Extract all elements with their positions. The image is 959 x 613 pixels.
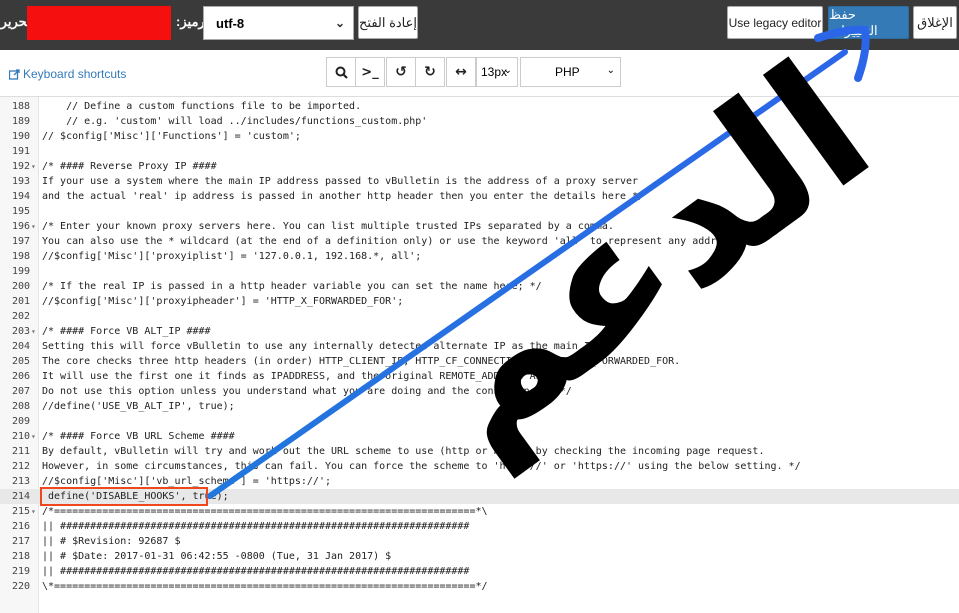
line-number: 203 (11, 326, 30, 337)
code-line[interactable]: 217 || # $Revision: 92687 $ (0, 534, 959, 549)
chevron-down-icon: ⌄ (334, 16, 345, 30)
code-text: || #####################################… (42, 521, 470, 532)
keyboard-shortcuts-link[interactable]: Keyboard shortcuts (9, 67, 126, 81)
chevron-down-icon: ⌄ (606, 65, 615, 76)
line-number: 209 (11, 416, 30, 427)
reopen-button[interactable]: إعادة الفتح (358, 6, 418, 39)
code-text: //$config['Misc']['proxyipheader'] = 'HT… (42, 296, 404, 307)
line-number: 211 (11, 446, 30, 457)
line-number: 188 (11, 101, 30, 112)
line-number: 212 (11, 461, 30, 472)
top-bar: تحرير: :الترميز utf-8 ⌄ إعادة الفتح Use … (0, 0, 959, 50)
chevron-down-icon: ⌄ (503, 65, 512, 76)
line-number: 216 (11, 521, 30, 532)
code-text: //define('USE_VB_ALT_IP', true); (42, 401, 235, 412)
fold-icon[interactable]: ▾ (31, 504, 37, 519)
line-number: 194 (11, 191, 30, 202)
line-number: 192 (11, 161, 30, 172)
wrap-button[interactable]: ↔ (446, 57, 476, 87)
redo-button[interactable]: ↻ (415, 57, 445, 87)
code-text: /* #### Force VB URL Scheme #### (42, 431, 235, 442)
line-number: 199 (11, 266, 30, 277)
code-line[interactable]: 219 || ##################################… (0, 564, 959, 579)
external-link-icon (9, 68, 20, 80)
fold-icon[interactable]: ▾ (31, 219, 37, 234)
line-number: 195 (11, 206, 30, 217)
command-button[interactable]: >_ (355, 57, 385, 87)
line-number: 205 (11, 356, 30, 367)
code-text: // $config['Misc']['Functions'] = 'custo… (42, 131, 301, 142)
code-line[interactable]: 212 However, in some circumstances, this … (0, 459, 959, 474)
code-text: || #####################################… (42, 566, 470, 577)
redacted-filename (27, 6, 171, 40)
font-size-select[interactable]: 13px ⌄ (476, 57, 518, 87)
code-text: If your use a system where the main IP a… (42, 176, 639, 187)
code-line[interactable]: 216 || ##################################… (0, 519, 959, 534)
code-text: /* #### Reverse Proxy IP #### (42, 161, 217, 172)
line-number: 214 (11, 491, 30, 502)
keyboard-shortcuts-label: Keyboard shortcuts (23, 67, 127, 81)
line-number: 218 (11, 551, 30, 562)
terminal-icon: >_ (361, 64, 379, 80)
code-line[interactable]: 220 \*===================================… (0, 579, 959, 594)
code-text: // Define a custom functions file to be … (42, 101, 362, 112)
fold-icon[interactable]: ▾ (31, 324, 37, 339)
line-number: 190 (11, 131, 30, 142)
save-changes-button[interactable]: حفظ التغييرات (828, 6, 909, 39)
line-number: 196 (11, 221, 30, 232)
line-number: 198 (11, 251, 30, 262)
line-number: 202 (11, 311, 30, 322)
line-number: 206 (11, 371, 30, 382)
code-text: /*======================================… (42, 506, 488, 517)
encoding-value: utf-8 (216, 15, 245, 31)
code-text: || # $Date: 2017-01-31 06:42:55 -0800 (T… (42, 551, 392, 562)
line-number: 201 (11, 296, 30, 307)
line-number: 213 (11, 476, 30, 487)
close-button[interactable]: الإغلاق (913, 6, 957, 39)
wrap-icon: ↔ (455, 64, 467, 80)
code-text: //$config['Misc']['proxyiplist'] = '127.… (42, 251, 422, 262)
code-text: By default, vBulletin will try and work … (42, 446, 765, 457)
code-text: However, in some circumstances, this can… (42, 461, 801, 472)
code-text: || # $Revision: 92687 $ (42, 536, 181, 547)
highlight-box (40, 487, 208, 506)
line-number: 197 (11, 236, 30, 247)
line-number: 189 (11, 116, 30, 127)
line-number: 204 (11, 341, 30, 352)
line-number: 207 (11, 386, 30, 397)
undo-button[interactable]: ↺ (386, 57, 416, 87)
undo-icon: ↺ (395, 64, 407, 80)
line-number: 217 (11, 536, 30, 547)
code-text: /* #### Force VB ALT_IP #### (42, 326, 211, 337)
line-number: 193 (11, 176, 30, 187)
line-number: 210 (11, 431, 30, 442)
code-line[interactable]: 218 || # $Date: 2017-01-31 06:42:55 -0800… (0, 549, 959, 564)
redo-icon: ↻ (424, 64, 436, 80)
line-number: 215 (11, 506, 30, 517)
line-number: 219 (11, 566, 30, 577)
search-icon (335, 66, 348, 79)
code-text: \*======================================… (42, 581, 488, 592)
line-number: 200 (11, 281, 30, 292)
line-number: 220 (11, 581, 30, 592)
mode-select[interactable]: PHP ⌄ (520, 57, 621, 87)
code-text: // e.g. 'custom' will load ../includes/f… (42, 116, 428, 127)
fold-icon[interactable]: ▾ (31, 159, 37, 174)
fold-icon[interactable]: ▾ (31, 429, 37, 444)
line-number: 191 (11, 146, 30, 157)
mode-value: PHP (555, 65, 580, 79)
encoding-select[interactable]: utf-8 ⌄ (203, 6, 354, 40)
search-button[interactable] (326, 57, 356, 87)
code-line[interactable]: 215 ▾ /*==================================… (0, 504, 959, 519)
line-number: 208 (11, 401, 30, 412)
